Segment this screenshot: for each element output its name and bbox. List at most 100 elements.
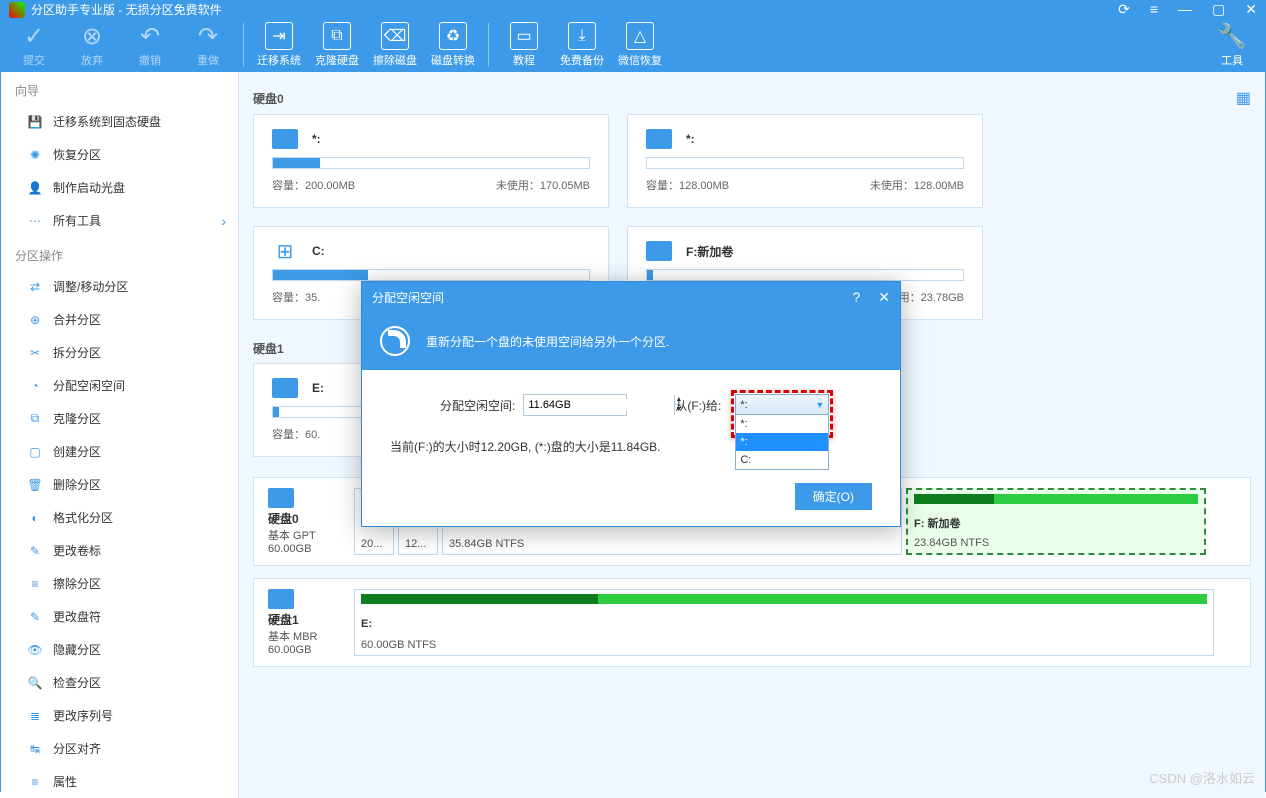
partition-card[interactable]: *: 容量：128.00MB未使用：128.00MB (627, 114, 983, 208)
wipe-disk-button[interactable]: ⌫擦除磁盘 (366, 18, 424, 72)
window-title: 分区助手专业版 - 无损分区免费软件 (31, 1, 1118, 18)
sidebar-item-label: 删除分区 (53, 476, 101, 493)
partition-label: E: (312, 381, 324, 395)
sidebar-item[interactable]: 👁隐藏分区 (1, 633, 238, 666)
segment-size: 20... (361, 538, 387, 550)
sidebar-item-icon: ◐ (27, 510, 43, 526)
alloc-size-field[interactable] (524, 399, 674, 411)
close-icon[interactable]: ✕ (1245, 1, 1257, 18)
unused-text: 未使用：170.05MB (496, 177, 590, 193)
segment-bar (914, 494, 1198, 504)
sidebar-item-label: 创建分区 (53, 443, 101, 460)
sidebar-item[interactable]: ⇄调整/移动分区 (1, 270, 238, 303)
sidebar-item-label: 制作启动光盘 (53, 179, 125, 196)
segment-size: 60.00GB NTFS (361, 639, 1207, 651)
alloc-size-input[interactable]: ▲▼ (523, 394, 627, 416)
sidebar-item-label: 属性 (53, 773, 77, 790)
sidebar-item[interactable]: ⋯所有工具 (1, 204, 238, 237)
usage-bar (272, 157, 590, 169)
disk-name: 硬盘0 (268, 510, 346, 527)
sidebar-item[interactable]: ≡ 擦除分区 (1, 567, 238, 600)
sidebar-item[interactable]: ▢创建分区 (1, 435, 238, 468)
free-backup-button[interactable]: ⤓免费备份 (553, 18, 611, 72)
disk1-title: 硬盘1 (253, 340, 284, 357)
sidebar-item[interactable]: ↹分区对齐 (1, 732, 238, 765)
dialog-close-icon[interactable]: ✕ (878, 289, 890, 306)
migrate-os-button[interactable]: ⇥迁移系统 (250, 18, 308, 72)
clone-disk-button[interactable]: ⧉克隆硬盘 (308, 18, 366, 72)
tools-button[interactable]: 🔧工具 (1203, 18, 1261, 72)
menu-icon[interactable]: ≡ (1150, 1, 1158, 18)
ok-button[interactable]: 确定(O) (795, 483, 872, 510)
dropdown-option[interactable]: *: (736, 415, 828, 433)
sidebar-item-icon: ✎ (27, 609, 43, 625)
sidebar-item[interactable]: 💾迁移系统到固态硬盘 (1, 105, 238, 138)
sidebar-item-label: 格式化分区 (53, 509, 113, 526)
sidebar-item-label: 迁移系统到固态硬盘 (53, 113, 161, 130)
disk-convert-button[interactable]: ♻磁盘转换 (424, 18, 482, 72)
sidebar-item[interactable]: 🔍检查分区 (1, 666, 238, 699)
sidebar-item[interactable]: 👤 制作启动光盘 (1, 171, 238, 204)
disk-segment[interactable]: F: 新加卷 23.84GB NTFS (906, 488, 1206, 555)
dialog-title: 分配空闲空间 (372, 289, 834, 306)
sidebar-item[interactable]: ≣ 更改序列号 (1, 699, 238, 732)
target-drive-dropdown[interactable]: *: ▼ (735, 394, 829, 416)
disk-size: 60.00GB (268, 543, 346, 555)
sidebar-item[interactable]: ⧉克隆分区 (1, 402, 238, 435)
minimize-icon[interactable]: — (1178, 1, 1192, 18)
sidebar-item[interactable]: ⊕合并分区 (1, 303, 238, 336)
sidebar: 向导 💾迁移系统到固态硬盘✺恢复分区👤制作启动光盘⋯所有工具 分区操作 ⇄调整/… (1, 72, 239, 798)
sidebar-item[interactable]: ✺恢复分区 (1, 138, 238, 171)
disk0-title: 硬盘0 (253, 90, 284, 107)
dropdown-list: *: *: C: (735, 414, 829, 470)
drive-icon (646, 129, 672, 149)
sidebar-item[interactable]: ✎更改卷标 (1, 534, 238, 567)
disk-type: 基本 GPT (268, 527, 346, 543)
partition-card[interactable]: *: 容量：200.00MB未使用：170.05MB (253, 114, 609, 208)
discard-button[interactable]: ⊗放弃 (63, 18, 121, 72)
redo-button[interactable]: ↷重做 (179, 18, 237, 72)
maximize-icon[interactable]: ▢ (1212, 1, 1225, 18)
partition-label: C: (312, 244, 325, 258)
disk-icon (268, 589, 294, 609)
chevron-down-icon: ▼ (815, 400, 824, 410)
disk-info: 硬盘1 基本 MBR 60.00GB (268, 589, 346, 656)
usage-bar (646, 157, 964, 169)
dropdown-option[interactable]: *: (736, 433, 828, 451)
sidebar-item[interactable]: ✂拆分分区 (1, 336, 238, 369)
sidebar-item[interactable]: ✎更改盘符 (1, 600, 238, 633)
capacity-text: 容量：128.00MB (646, 177, 729, 193)
dialog-help-icon[interactable]: ? (852, 289, 860, 305)
tutorial-button[interactable]: ▭教程 (495, 18, 553, 72)
disk-type: 基本 MBR (268, 628, 346, 644)
sidebar-item-icon: ≣ (27, 708, 43, 724)
undo-button[interactable]: ↶撤销 (121, 18, 179, 72)
sidebar-item-icon: 👁 (27, 642, 43, 658)
capacity-text: 容量：60. (272, 426, 320, 442)
wechat-recover-button[interactable]: △微信恢复 (611, 18, 669, 72)
segment-size: 23.84GB NTFS (914, 537, 1198, 549)
dropdown-option[interactable]: C: (736, 451, 828, 469)
sidebar-item-label: 更改序列号 (53, 707, 113, 724)
sidebar-item-label: 擦除分区 (53, 575, 101, 592)
view-toggle-icon[interactable]: ▦ (1236, 88, 1251, 108)
sidebar-item[interactable]: ≡属性 (1, 765, 238, 798)
disk-segment[interactable]: E: 60.00GB NTFS (354, 589, 1214, 656)
disk1-bar-row: 硬盘1 基本 MBR 60.00GB E: 60.00GB NTFS (253, 578, 1251, 667)
drive-icon: ⊞ (272, 241, 298, 261)
dialog-banner-text: 重新分配一个盘的未使用空间给另外一个分区. (426, 333, 669, 350)
partition-label: F:新加卷 (686, 243, 733, 260)
pie-chart-icon (380, 326, 410, 356)
submit-button[interactable]: ✓提交 (5, 18, 63, 72)
drive-icon (272, 378, 298, 398)
segment-size: 35.84GB NTFS (449, 538, 895, 550)
sidebar-item-label: 调整/移动分区 (53, 278, 128, 295)
sidebar-item[interactable]: ◐ 格式化分区 (1, 501, 238, 534)
sidebar-item[interactable]: ◔分配空闲空间 (1, 369, 238, 402)
sidebar-item[interactable]: 🗑删除分区 (1, 468, 238, 501)
sidebar-item-icon: 👤 (27, 180, 43, 196)
refresh-icon[interactable]: ⟳ (1118, 1, 1130, 18)
sidebar-item-label: 拆分分区 (53, 344, 101, 361)
wizard-section-title: 向导 (1, 72, 238, 105)
sidebar-item-icon: ≡ (27, 576, 43, 592)
